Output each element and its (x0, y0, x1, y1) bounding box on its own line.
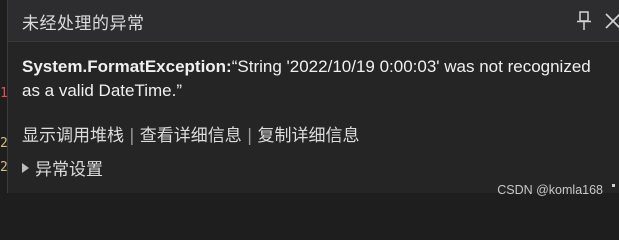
cursor-dot (612, 184, 615, 187)
editor-gutter: 1 2 2 (0, 0, 7, 208)
gutter-line-number: 1 (0, 86, 7, 101)
pin-icon[interactable] (577, 11, 591, 31)
exception-actions: 显示调用堆栈 | 查看详细信息 | 复制详细信息 (22, 121, 359, 146)
exception-type: System.FormatException: (22, 57, 232, 76)
popup-titlebar: 未经处理的异常 (8, 0, 619, 42)
gutter-line-number: 2 (0, 136, 7, 151)
exception-settings-label: 异常设置 (35, 160, 103, 180)
exception-helper-popup: 未经处理的异常 System.FormatException:“String '… (7, 0, 619, 193)
show-call-stack-link[interactable]: 显示调用堆栈 (22, 126, 124, 146)
view-details-link[interactable]: 查看详细信息 (140, 126, 242, 146)
copy-details-link[interactable]: 复制详细信息 (257, 126, 359, 146)
close-icon[interactable] (604, 11, 619, 31)
exception-settings-toggle[interactable]: 异常设置 (22, 155, 103, 180)
link-separator: | (246, 126, 253, 146)
exception-message: System.FormatException:“String '2022/10/… (22, 55, 612, 103)
gutter-line-number: 2 (0, 160, 7, 175)
expand-triangle-icon (22, 163, 29, 173)
link-separator: | (129, 126, 135, 146)
popup-title: 未经处理的异常 (22, 14, 145, 34)
watermark: CSDN @komla168 (497, 183, 603, 197)
